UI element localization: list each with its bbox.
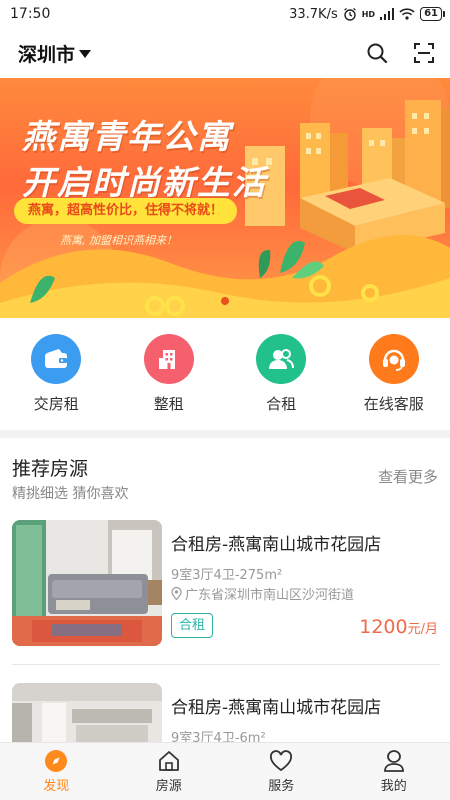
compass-icon <box>45 750 68 772</box>
building-icon <box>143 334 194 384</box>
price-unit: 元/月 <box>407 622 438 637</box>
listing-address: 广东省深圳市南山区沙河街道 <box>171 584 354 603</box>
banner-title-line2: 开启时尚新生活 <box>22 163 267 202</box>
bottom-nav: 发现 房源 服务 我的 <box>0 742 450 800</box>
quick-label-shared-rent: 合租 <box>266 395 297 413</box>
listing-photo <box>12 520 162 646</box>
city-selector[interactable]: 深圳市 <box>18 40 92 67</box>
listing-card[interactable]: 合租房-燕寓南山城市花园店 9室3厅4卫-275m² 广东省深圳市南山区沙河街道… <box>0 520 450 650</box>
section-divider <box>0 430 450 438</box>
nav-label-profile: 我的 <box>380 779 407 794</box>
quick-label-whole-rent: 整租 <box>153 395 184 413</box>
nav-label-listings: 房源 <box>155 779 182 794</box>
nav-label-services: 服务 <box>268 779 295 794</box>
quick-customer-service[interactable]: 在线客服 <box>338 334 450 424</box>
user-icon <box>383 750 404 772</box>
listing-title: 合租房-燕寓南山城市花园店 <box>171 698 382 718</box>
nav-services[interactable]: 服务 <box>225 743 338 800</box>
listing-price: 1200元/月 <box>359 616 438 638</box>
wallet-icon <box>31 334 82 384</box>
quick-actions: 交房租 整租 合租 在线客服 <box>0 334 450 424</box>
alarm-icon <box>343 7 356 21</box>
listing-divider <box>12 664 440 665</box>
status-bar: 17:50 33.7K/s HD 61 <box>0 0 450 28</box>
search-icon[interactable] <box>366 42 388 64</box>
banner-title-line1: 燕寓青年公寓 <box>22 117 232 156</box>
top-header: 深圳市 <box>0 30 450 76</box>
banner-slogan: 燕寓，超高性价比，住得不将就！ <box>14 198 238 224</box>
status-indicators: 33.7K/s HD 61 <box>289 6 445 22</box>
nav-discover[interactable]: 发现 <box>0 743 113 800</box>
listing-type-tag: 合租 <box>171 613 214 638</box>
heart-icon <box>270 750 293 772</box>
recommend-subtitle: 精挑细选 猜你喜欢 <box>12 486 129 502</box>
hd-badge: HD <box>361 9 376 19</box>
nav-listings[interactable]: 房源 <box>113 743 226 800</box>
promo-banner[interactable]: 燕寓青年公寓 开启时尚新生活 燕寓，超高性价比，住得不将就！ 燕寓, 加盟相识燕… <box>0 78 450 318</box>
carousel-indicator <box>221 297 229 305</box>
quick-label-pay-rent: 交房租 <box>33 395 79 413</box>
nav-profile[interactable]: 我的 <box>338 743 450 800</box>
roommates-icon <box>256 334 307 384</box>
quick-pay-rent[interactable]: 交房租 <box>0 334 113 424</box>
header-actions <box>366 42 434 64</box>
battery-indicator: 61 <box>420 7 445 21</box>
scan-icon[interactable] <box>414 43 434 63</box>
headset-icon <box>368 334 419 384</box>
recommend-title: 推荐房源 <box>12 458 89 480</box>
location-pin-icon <box>171 587 182 600</box>
house-icon <box>158 751 179 771</box>
listing-spec: 9室3厅4卫-275m² <box>171 568 283 583</box>
quick-shared-rent[interactable]: 合租 <box>225 334 338 424</box>
quick-whole-rent[interactable]: 整租 <box>113 334 226 424</box>
banner-signature: 燕寓, 加盟相识燕相来！ <box>60 234 177 247</box>
nav-label-discover: 发现 <box>43 779 70 794</box>
caret-down-icon <box>79 50 92 58</box>
price-value: 1200 <box>359 616 408 638</box>
wifi-icon <box>399 8 415 20</box>
signal-icon <box>380 8 395 20</box>
network-speed: 33.7K/s <box>289 6 338 22</box>
quick-label-customer-service: 在线客服 <box>363 395 424 413</box>
city-name: 深圳市 <box>18 43 76 66</box>
listing-title: 合租房-燕寓南山城市花园店 <box>171 535 382 555</box>
status-time: 17:50 <box>10 6 51 22</box>
listing-address-text: 广东省深圳市南山区沙河街道 <box>185 588 355 603</box>
view-more-link[interactable]: 查看更多 <box>378 466 438 487</box>
recommend-header: 推荐房源 精挑细选 猜你喜欢 查看更多 <box>0 448 450 508</box>
